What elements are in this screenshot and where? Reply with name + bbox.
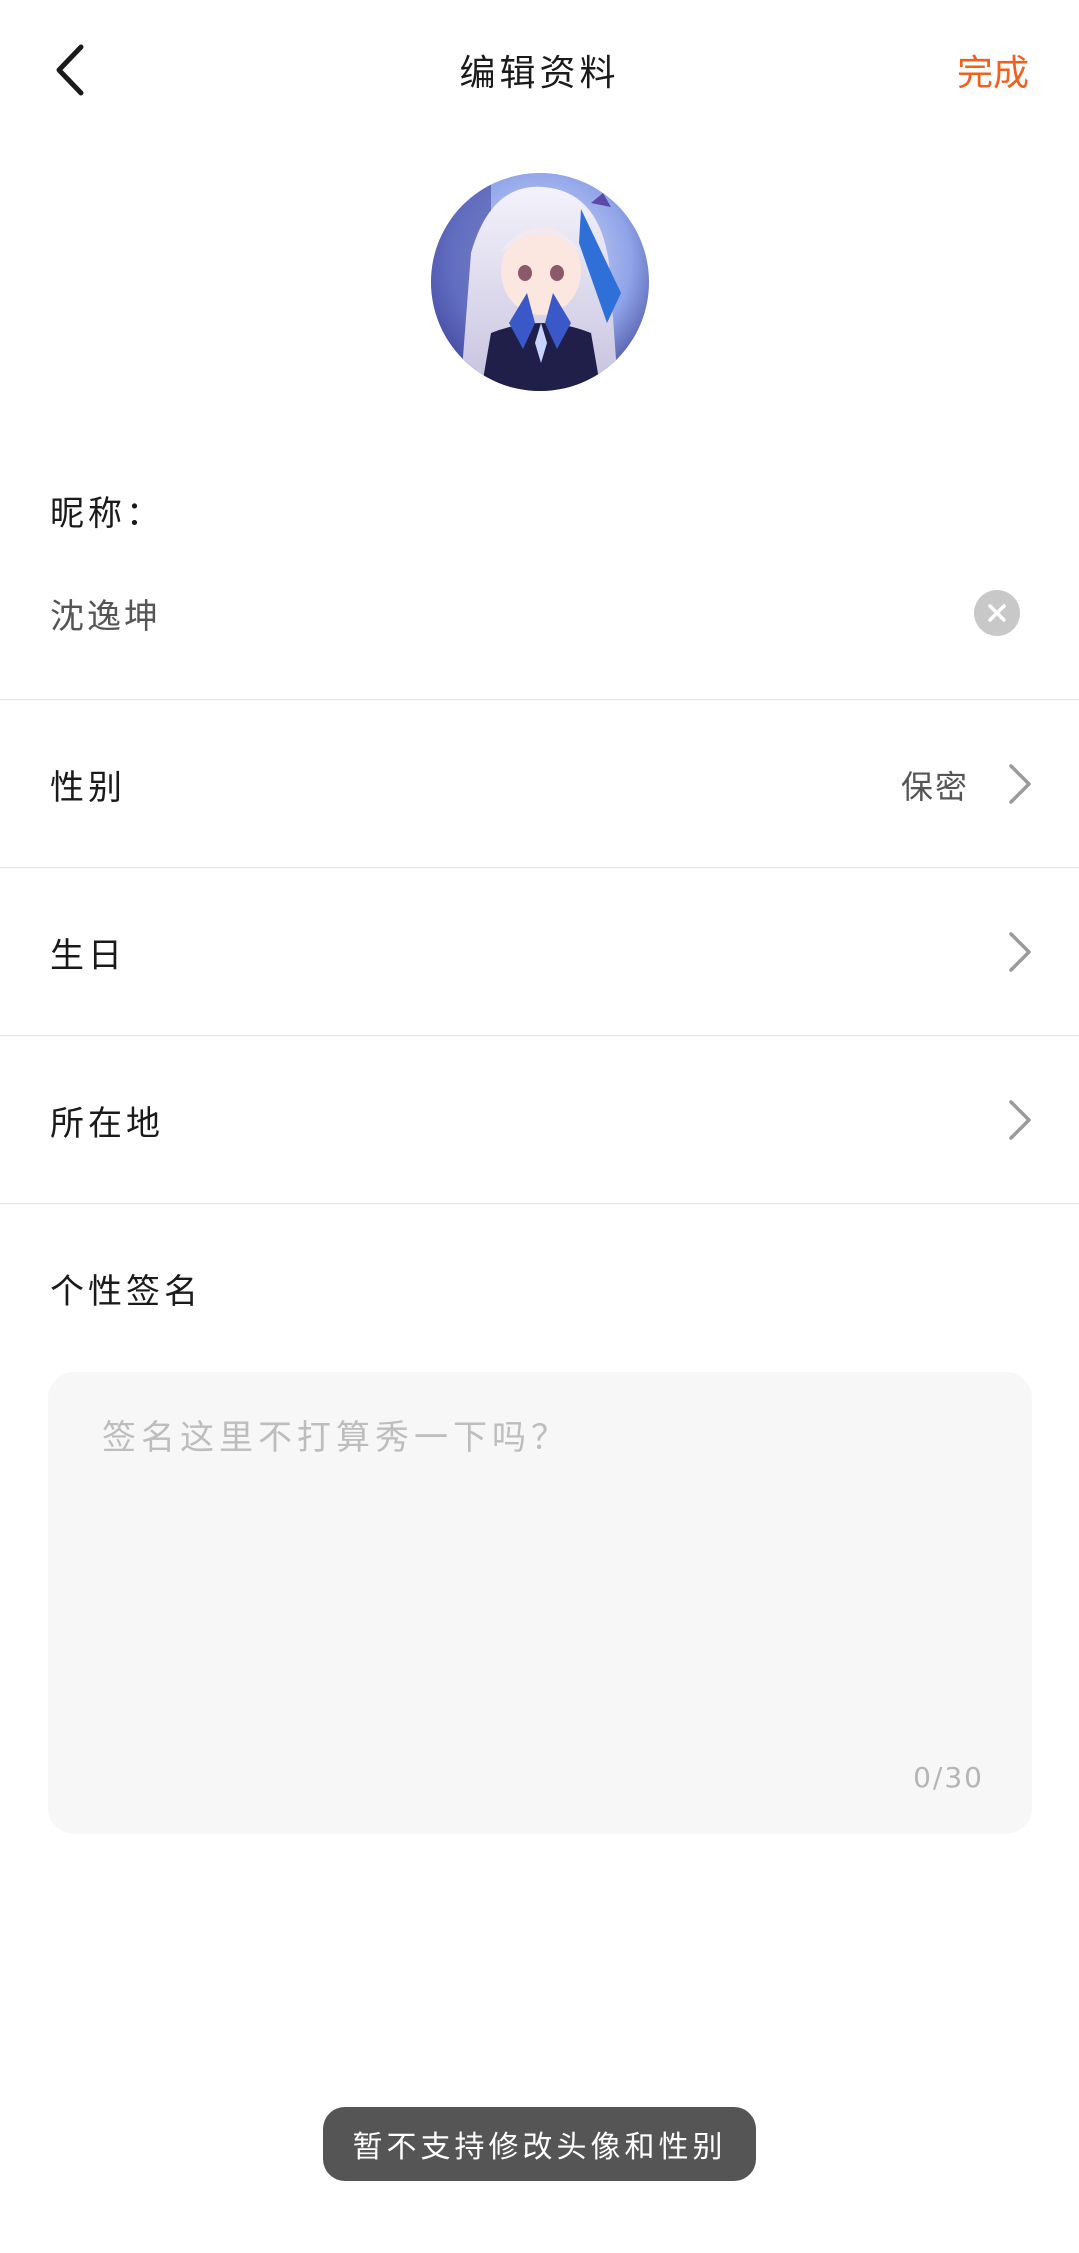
divider bbox=[0, 1203, 1079, 1204]
signature-label: 个性签名 bbox=[50, 1272, 202, 1312]
location-label: 所在地 bbox=[50, 1104, 164, 1144]
toast-message: 暂不支持修改头像和性别 bbox=[323, 2107, 756, 2181]
clear-nickname-button[interactable] bbox=[974, 590, 1020, 636]
done-button[interactable]: 完成 bbox=[957, 44, 1029, 96]
close-icon bbox=[988, 604, 1006, 622]
nickname-label: 昵称： bbox=[50, 494, 164, 534]
avatar[interactable] bbox=[431, 173, 649, 391]
gender-row[interactable]: 性别 保密 bbox=[0, 700, 1079, 866]
birthday-label: 生日 bbox=[50, 936, 126, 976]
location-row[interactable]: 所在地 bbox=[0, 1036, 1079, 1202]
gender-value: 保密 bbox=[900, 768, 969, 806]
chevron-right-icon bbox=[1009, 932, 1031, 972]
gender-label: 性别 bbox=[50, 768, 126, 808]
signature-input[interactable] bbox=[102, 1410, 982, 1730]
page-title: 编辑资料 bbox=[459, 53, 620, 94]
avatar-image bbox=[431, 173, 649, 391]
signature-counter: 0/30 bbox=[913, 1761, 984, 1794]
nickname-input[interactable] bbox=[50, 588, 950, 638]
signature-box: 0/30 bbox=[48, 1372, 1032, 1834]
top-bar: 编辑资料 完成 bbox=[0, 0, 1079, 140]
chevron-right-icon bbox=[1009, 1100, 1031, 1140]
birthday-row[interactable]: 生日 bbox=[0, 868, 1079, 1034]
chevron-right-icon bbox=[1009, 764, 1031, 804]
